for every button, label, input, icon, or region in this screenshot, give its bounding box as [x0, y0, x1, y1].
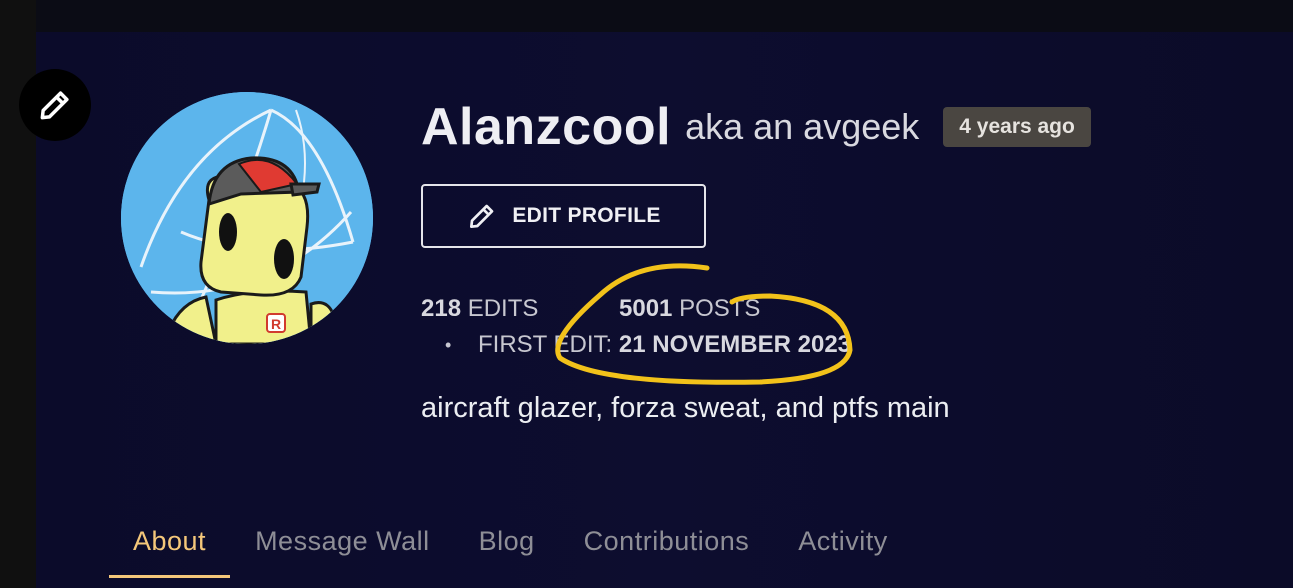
account-age-badge: 4 years ago	[943, 107, 1091, 147]
pencil-icon	[470, 204, 494, 228]
first-edit-label: FIRST EDIT:	[477, 331, 613, 358]
tab-contributions[interactable]: Contributions	[560, 522, 774, 578]
avatar[interactable]: R	[121, 92, 373, 344]
avatar-image: R	[121, 92, 373, 344]
first-edit-date: 21 NOVEMBER 2023	[618, 331, 852, 358]
edits-count: 218	[421, 295, 462, 322]
profile-page: R Alanzcool aka an avgeek 4 years ago ED…	[0, 0, 1293, 588]
profile-tabs: About Message Wall Blog Contributions Ac…	[109, 522, 913, 578]
profile-bio: aircraft glazer, forza sweat, and ptfs m…	[421, 392, 950, 424]
edit-avatar-button[interactable]	[19, 69, 91, 141]
user-tagline: aka an avgeek	[685, 106, 920, 147]
tab-message-wall[interactable]: Message Wall	[231, 522, 454, 578]
svg-text:R: R	[271, 316, 281, 332]
top-bar	[0, 0, 1293, 32]
posts-count: 5001	[619, 295, 673, 322]
edits-stat[interactable]: 218 EDITS	[421, 295, 538, 323]
tab-blog[interactable]: Blog	[455, 522, 559, 578]
profile-name-row: Alanzcool aka an avgeek 4 years ago	[421, 92, 1091, 162]
first-edit-stat: • FIRST EDIT: 21 NOVEMBER 2023	[445, 331, 851, 359]
edits-label: EDITS	[467, 295, 539, 322]
edit-profile-button[interactable]: EDIT PROFILE	[421, 184, 706, 248]
username: Alanzcool	[421, 98, 672, 156]
pencil-icon	[40, 91, 69, 120]
bullet-separator: •	[445, 335, 452, 356]
tab-activity[interactable]: Activity	[774, 522, 912, 578]
edit-profile-label: EDIT PROFILE	[512, 204, 661, 227]
posts-stat[interactable]: 5001 POSTS	[619, 295, 760, 323]
posts-label: POSTS	[679, 295, 761, 322]
tab-about[interactable]: About	[109, 522, 231, 578]
